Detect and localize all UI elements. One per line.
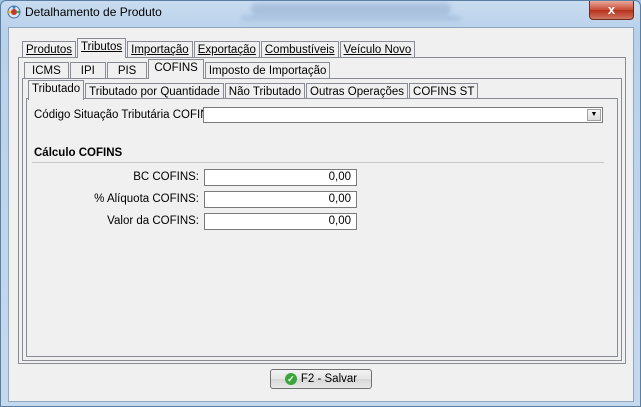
valor-cofins-field[interactable]: 0,00 — [204, 213, 357, 230]
tax-tab-strip: ICMS IPI PIS COFINS Imposto de Importaçã… — [24, 59, 331, 79]
valor-label: Valor da COFINS: — [107, 215, 199, 227]
close-icon: x — [607, 2, 616, 17]
tab-veiculo-novo[interactable]: Veículo Novo — [339, 41, 416, 58]
tab-produtos[interactable]: Produtos — [22, 41, 77, 58]
tab-ipi[interactable]: IPI — [69, 62, 106, 79]
tab-pis[interactable]: PIS — [106, 62, 148, 79]
bc-label: BC COFINS: — [133, 171, 199, 183]
save-button-label: F2 - Salvar — [300, 373, 358, 385]
aliquota-cofins-field[interactable]: 0,00 — [204, 191, 357, 208]
tab-tributos[interactable]: Tributos — [77, 38, 127, 58]
tab-combustiveis[interactable]: Combustíveis — [260, 41, 339, 58]
window: Detalhamento de Produto x Produtos Tribu… — [0, 0, 641, 407]
section-divider — [32, 162, 604, 163]
window-title: Detalhamento de Produto — [25, 5, 162, 19]
cst-label: Código Situação Tributária COFINS: — [34, 109, 220, 121]
tab-tributado[interactable]: Tributado — [28, 80, 85, 100]
background-window-title-blur-2 — [241, 15, 461, 21]
section-title-calculo: Cálculo COFINS — [34, 147, 123, 159]
background-window-title-blur — [251, 3, 451, 15]
tab-exportacao[interactable]: Exportação — [193, 41, 260, 58]
main-tab-strip: Produtos Tributos Importação Exportação … — [22, 38, 416, 58]
aliquota-label: % Alíquota COFINS: — [94, 193, 199, 205]
tab-icms[interactable]: ICMS — [24, 62, 69, 79]
app-icon — [7, 5, 21, 19]
bc-cofins-field[interactable]: 0,00 — [204, 169, 357, 186]
close-button[interactable]: x — [589, 1, 634, 20]
cofins-tab-strip: Tributado Tributado por Quantidade Não T… — [28, 80, 479, 100]
save-button[interactable]: ✓ F2 - Salvar — [270, 369, 372, 389]
check-icon: ✓ — [284, 373, 297, 385]
cst-select[interactable]: ▼ — [203, 107, 603, 123]
tab-cofins[interactable]: COFINS — [148, 59, 204, 79]
tab-imposto-importacao[interactable]: Imposto de Importação — [204, 62, 331, 79]
chevron-down-icon[interactable]: ▼ — [587, 109, 601, 121]
tab-importacao[interactable]: Importação — [127, 41, 193, 58]
title-bar[interactable]: Detalhamento de Produto x — [1, 1, 640, 23]
